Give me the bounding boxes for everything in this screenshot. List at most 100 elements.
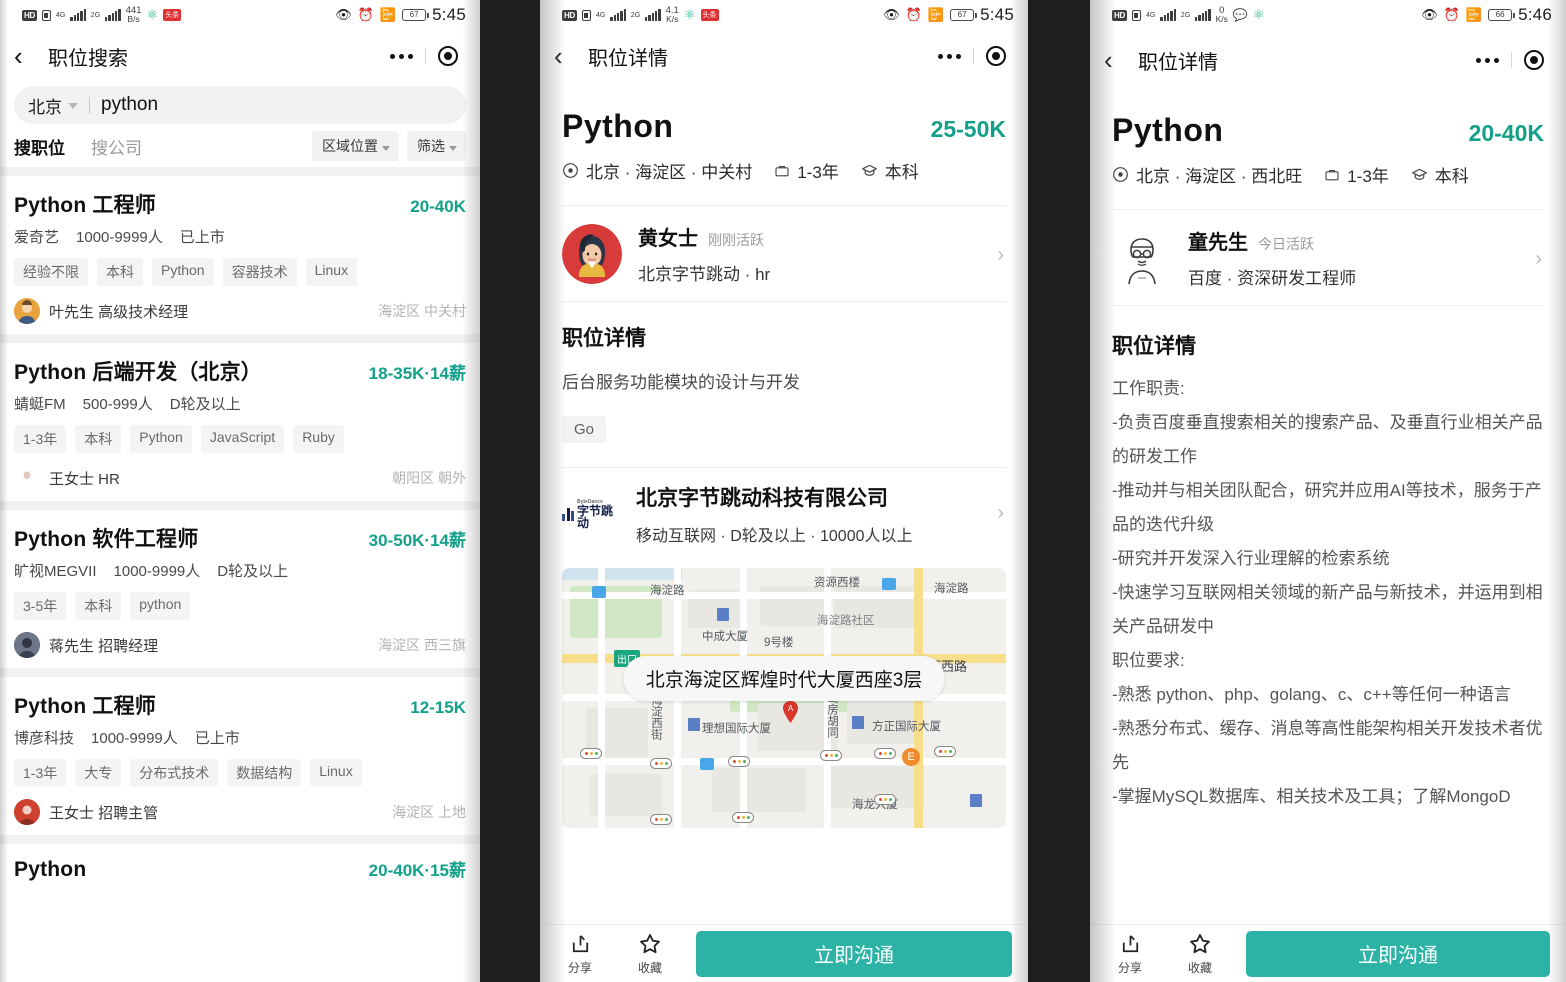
company-meta: 移动互联网 · D轮及以上 · 10000人以上 <box>636 528 913 546</box>
chevron-right-icon[interactable]: › <box>1535 248 1542 271</box>
share-button[interactable]: 分享 <box>1106 931 1154 976</box>
more-icon[interactable] <box>378 53 425 59</box>
job-tag: 经验不限 <box>14 258 88 286</box>
chat-now-button[interactable]: 立即沟通 <box>696 930 1012 977</box>
recruiter-name: 童先生 <box>1188 232 1248 254</box>
jd-line: -熟悉分布式、缓存、消息等高性能架构相关开发技术者优先 <box>1112 719 1543 772</box>
eye-icon: 👁 <box>883 7 900 22</box>
chat-now-button[interactable]: 立即沟通 <box>1246 930 1550 977</box>
section-title-job-detail: 职位详情 <box>562 327 646 350</box>
bytedance-logo-icon <box>562 507 574 521</box>
job-title: Python 工程师 <box>14 194 156 217</box>
job-location-item: 北京 · 海淀区 · 西北旺 <box>1112 162 1302 187</box>
share-label: 分享 <box>1117 961 1142 975</box>
company-name: 博彦科技 <box>14 730 75 747</box>
bus-stop-icon <box>592 586 606 599</box>
recruiter-active-status: 刚刚活跃 <box>708 232 764 248</box>
job-list-item[interactable]: Python 20-40K·15薪 <box>0 844 480 892</box>
filter-area-label: 区域位置 <box>322 138 378 154</box>
job-salary: 20-40K <box>1468 120 1544 146</box>
recruiter-card[interactable]: 黄女士 刚刚活跃 北京字节跳动 · hr › <box>562 206 1006 301</box>
job-title: Python 后端开发（北京） <box>14 361 262 384</box>
bus-stop-icon <box>882 578 896 591</box>
job-tag: 本科 <box>75 425 122 453</box>
alarm-icon: ⏰ <box>357 7 374 22</box>
briefcase-icon <box>775 165 789 176</box>
job-title: Python 软件工程师 <box>14 528 199 551</box>
status-bar: HD 4G 2G 4.1 K/s ⚛ 头条 👁 ⏰ 📴 67 5:45 <box>540 0 1028 30</box>
list-divider <box>0 668 480 677</box>
city-selector-label[interactable]: 北京 <box>28 93 62 118</box>
back-icon[interactable]: ‹ <box>1104 47 1132 73</box>
signal-bars-icon-1 <box>70 9 86 21</box>
location-map[interactable]: 海淀路 资源西楼 海淀路 海淀路社区 中成大厦 9号楼 北四环西路 理想国际大厦… <box>562 568 1006 829</box>
job-tag: 3-5年 <box>14 592 67 620</box>
back-icon[interactable]: ‹ <box>554 43 582 69</box>
tab-search-companies[interactable]: 搜公司 <box>91 134 142 159</box>
company-card[interactable]: ByteDance 字节跳动 北京字节跳动科技有限公司 移动互联网 · D轮及以… <box>562 468 1006 560</box>
eye-icon: 👁 <box>1421 7 1438 22</box>
company-name: 旷视MEGVII <box>14 563 97 580</box>
favorite-button[interactable]: 收藏 <box>626 931 674 976</box>
map-label: 理想国际大厦 <box>702 723 771 736</box>
job-list-item[interactable]: Python 软件工程师 30-50K·14薪 旷视MEGVII 1000-99… <box>0 510 480 668</box>
company-name: 北京字节跳动科技有限公司 <box>636 487 888 511</box>
company-name: 爱奇艺 <box>14 229 60 246</box>
job-tag: 容器技术 <box>222 258 297 286</box>
sim-icon <box>41 9 51 21</box>
chevron-right-icon[interactable]: › <box>997 244 1004 267</box>
page-title: 职位搜索 <box>48 47 128 70</box>
capsule-divider <box>425 48 426 64</box>
section-divider <box>0 167 480 176</box>
company-logo-text: 字节跳动 <box>577 503 614 530</box>
capsule-divider <box>973 48 974 64</box>
job-title: Python <box>14 858 87 881</box>
job-list-item[interactable]: Python 工程师 12-15K 博彦科技 1000-9999人 已上市 1-… <box>0 677 480 835</box>
favorite-label: 收藏 <box>1187 961 1212 975</box>
job-list-item[interactable]: Python 后端开发（北京） 18-35K·14薪 蜻蜓FM 500-999人… <box>0 343 480 501</box>
job-description: 工作职责: -负责百度垂直搜索相关的搜索产品、及垂直行业相关产品的研发工作 -推… <box>1112 372 1544 814</box>
traffic-light-icon <box>650 758 672 770</box>
job-list-item[interactable]: Python 工程师 20-40K 爱奇艺 1000-9999人 已上市 经验不… <box>0 176 480 334</box>
recruiter-name: 王女士 HR <box>49 470 120 488</box>
back-icon[interactable]: ‹ <box>14 43 42 69</box>
close-target-icon[interactable] <box>1524 50 1544 70</box>
chevron-right-icon[interactable]: › <box>997 502 1004 525</box>
jd-line: -研究并开发深入行业理解的检索系统 <box>1112 549 1390 568</box>
job-location: 海淀区 西三旗 <box>378 637 466 653</box>
clock: 5:45 <box>432 5 466 24</box>
job-tags: 1-3年 大专 分布式技术 数据结构 Linux <box>14 759 466 787</box>
vibrate-icon: 📴 <box>1465 7 1483 22</box>
network-2g-label: 2G <box>90 11 101 19</box>
close-target-icon[interactable] <box>986 46 1006 66</box>
traffic-light-icon <box>874 794 896 806</box>
tab-search-jobs[interactable]: 搜职位 <box>14 134 65 159</box>
list-divider <box>0 835 480 844</box>
more-icon[interactable] <box>926 53 973 59</box>
job-tag: python <box>130 592 191 620</box>
recruiter-card[interactable]: 童先生 今日活跃 百度 · 资深研发工程师 › <box>1112 210 1544 305</box>
chevron-down-icon[interactable] <box>68 103 78 109</box>
job-tag: JavaScript <box>200 425 285 453</box>
job-tags: 3-5年 本科 python <box>14 592 466 620</box>
nav-bar: ‹ 职位详情 <box>1090 34 1566 86</box>
filter-area-button[interactable]: 区域位置 <box>312 131 399 161</box>
search-bar[interactable]: 北京 python <box>14 86 466 124</box>
toutiao-icon: 头条 <box>700 9 719 21</box>
search-input[interactable]: python <box>101 94 158 116</box>
more-icon[interactable] <box>1464 57 1511 63</box>
avatar <box>14 799 40 825</box>
battery-icon: 67 <box>402 9 429 21</box>
jd-line: -推动并与相关团队配合，研究并应用AI等技术，服务于产品的迭代升级 <box>1112 481 1542 534</box>
filter-more-button[interactable]: 筛选 <box>407 131 466 161</box>
company-stage: 已上市 <box>179 229 225 246</box>
share-button[interactable]: 分享 <box>556 931 604 976</box>
favorite-button[interactable]: 收藏 <box>1176 931 1224 976</box>
traffic-light-icon <box>934 746 956 758</box>
action-bar: 分享 收藏 立即沟通 <box>540 924 1028 982</box>
map-label: 海淀路 <box>934 583 969 596</box>
company-stage: D轮及以上 <box>217 563 289 580</box>
close-target-icon[interactable] <box>438 46 458 66</box>
job-title: Python <box>562 108 674 144</box>
list-divider <box>0 334 480 343</box>
